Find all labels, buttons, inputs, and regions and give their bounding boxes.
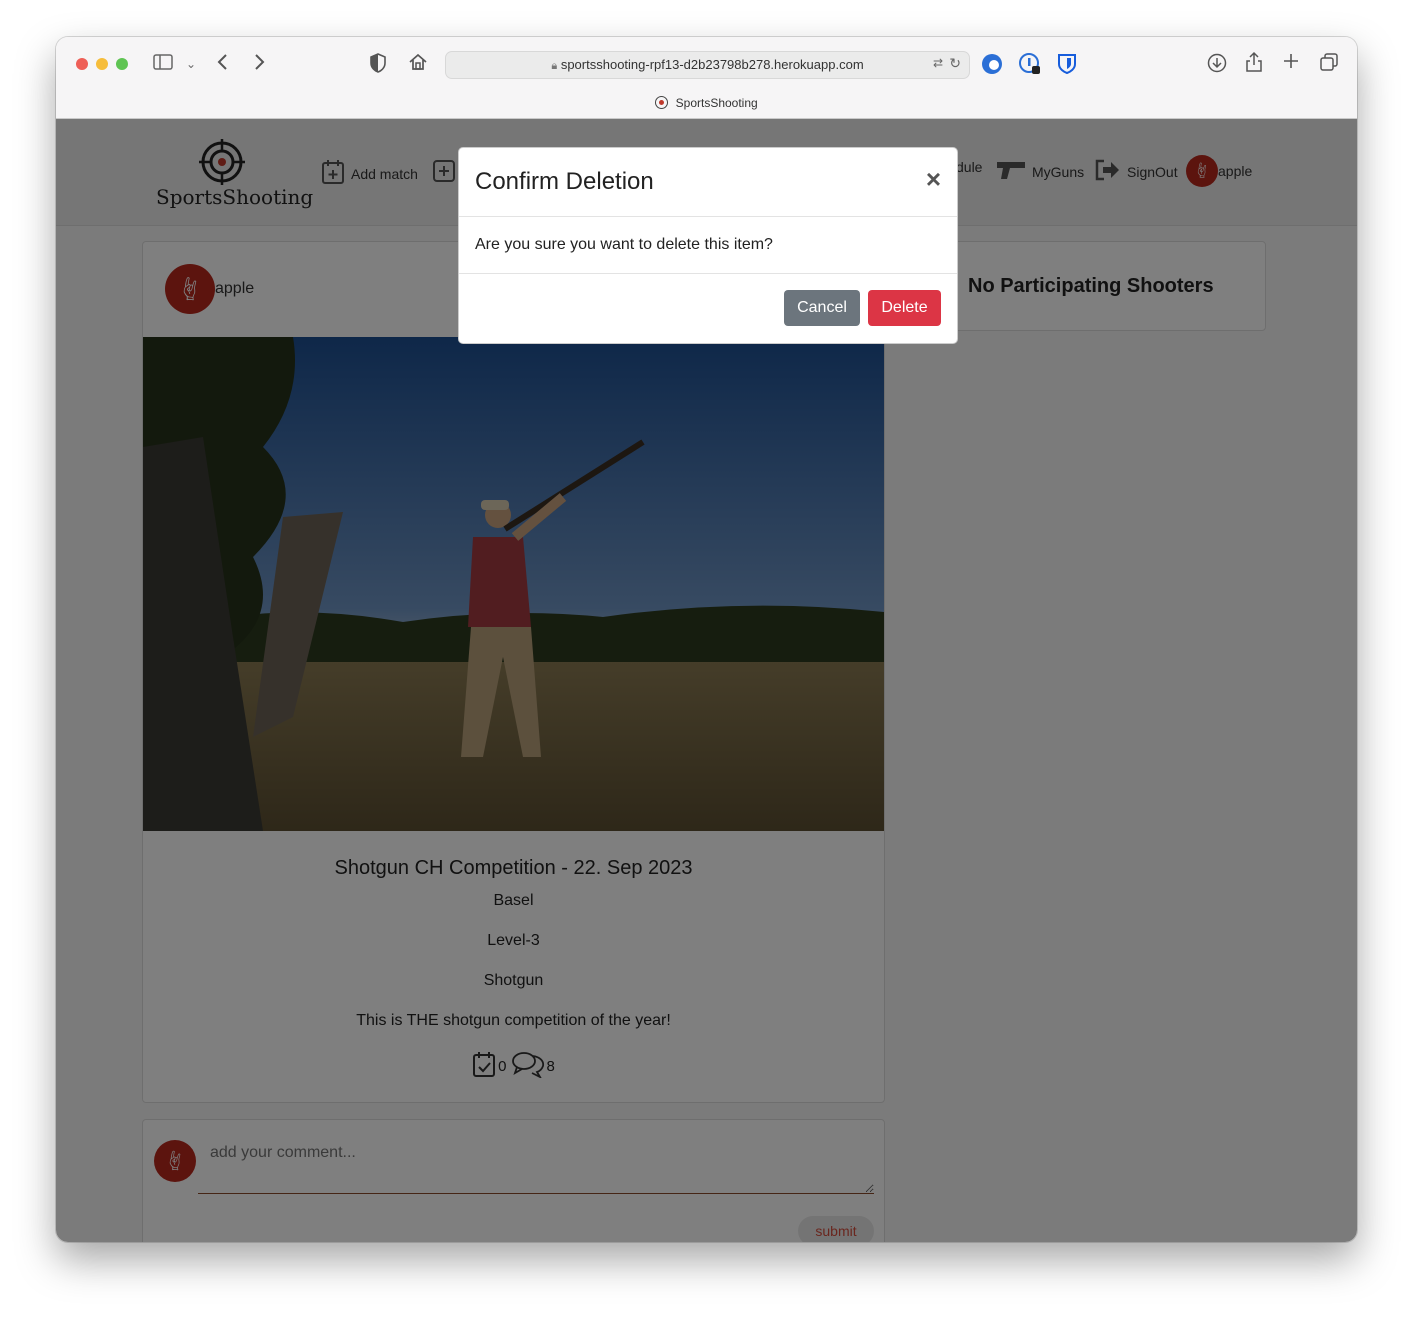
forward-icon[interactable]	[252, 53, 266, 75]
tab-title[interactable]: SportsShooting	[56, 96, 1357, 110]
cancel-button[interactable]: Cancel	[784, 290, 860, 326]
chevron-down-icon[interactable]: ⌄	[186, 54, 196, 74]
minimize-window-button[interactable]	[96, 58, 108, 70]
lock-icon: 🔒︎	[551, 60, 558, 72]
back-icon[interactable]	[216, 53, 230, 75]
modal-message: Are you sure you want to delete this ite…	[475, 236, 773, 253]
extension-password-icon[interactable]	[1019, 53, 1041, 79]
confirm-delete-modal: Confirm Deletion × Are you sure you want…	[458, 147, 958, 344]
new-tab-icon[interactable]	[1282, 52, 1300, 74]
downloads-icon[interactable]	[1207, 53, 1227, 77]
home-icon[interactable]	[408, 52, 428, 76]
tab-overview-icon[interactable]	[1319, 52, 1339, 76]
close-window-button[interactable]	[76, 58, 88, 70]
target-favicon-icon	[655, 96, 669, 109]
modal-divider	[459, 216, 957, 217]
browser-toolbar: ⌄ 🔒︎ sportsshooting-rpf13-d2b23798b278.h…	[56, 37, 1357, 119]
privacy-shield-icon[interactable]	[369, 53, 387, 77]
close-icon[interactable]: ×	[926, 164, 941, 195]
extension-edge-icon[interactable]	[981, 53, 1003, 79]
zoom-window-button[interactable]	[116, 58, 128, 70]
sidebar-toggle-icon[interactable]	[153, 54, 173, 74]
reload-icon[interactable]: ↻	[949, 55, 961, 72]
share-icon[interactable]	[1245, 51, 1263, 77]
address-bar[interactable]: 🔒︎ sportsshooting-rpf13-d2b23798b278.her…	[445, 51, 970, 79]
translate-icon[interactable]: ⇄	[933, 56, 943, 70]
url-text: sportsshooting-rpf13-d2b23798b278.heroku…	[560, 57, 864, 72]
modal-title: Confirm Deletion	[475, 168, 654, 195]
modal-divider	[459, 273, 957, 274]
extension-bitwarden-icon[interactable]	[1057, 53, 1077, 79]
page-content: SportsShooting Add match dule MyGuns	[56, 119, 1357, 1242]
delete-button[interactable]: Delete	[868, 290, 941, 326]
browser-window: ⌄ 🔒︎ sportsshooting-rpf13-d2b23798b278.h…	[56, 37, 1357, 1242]
